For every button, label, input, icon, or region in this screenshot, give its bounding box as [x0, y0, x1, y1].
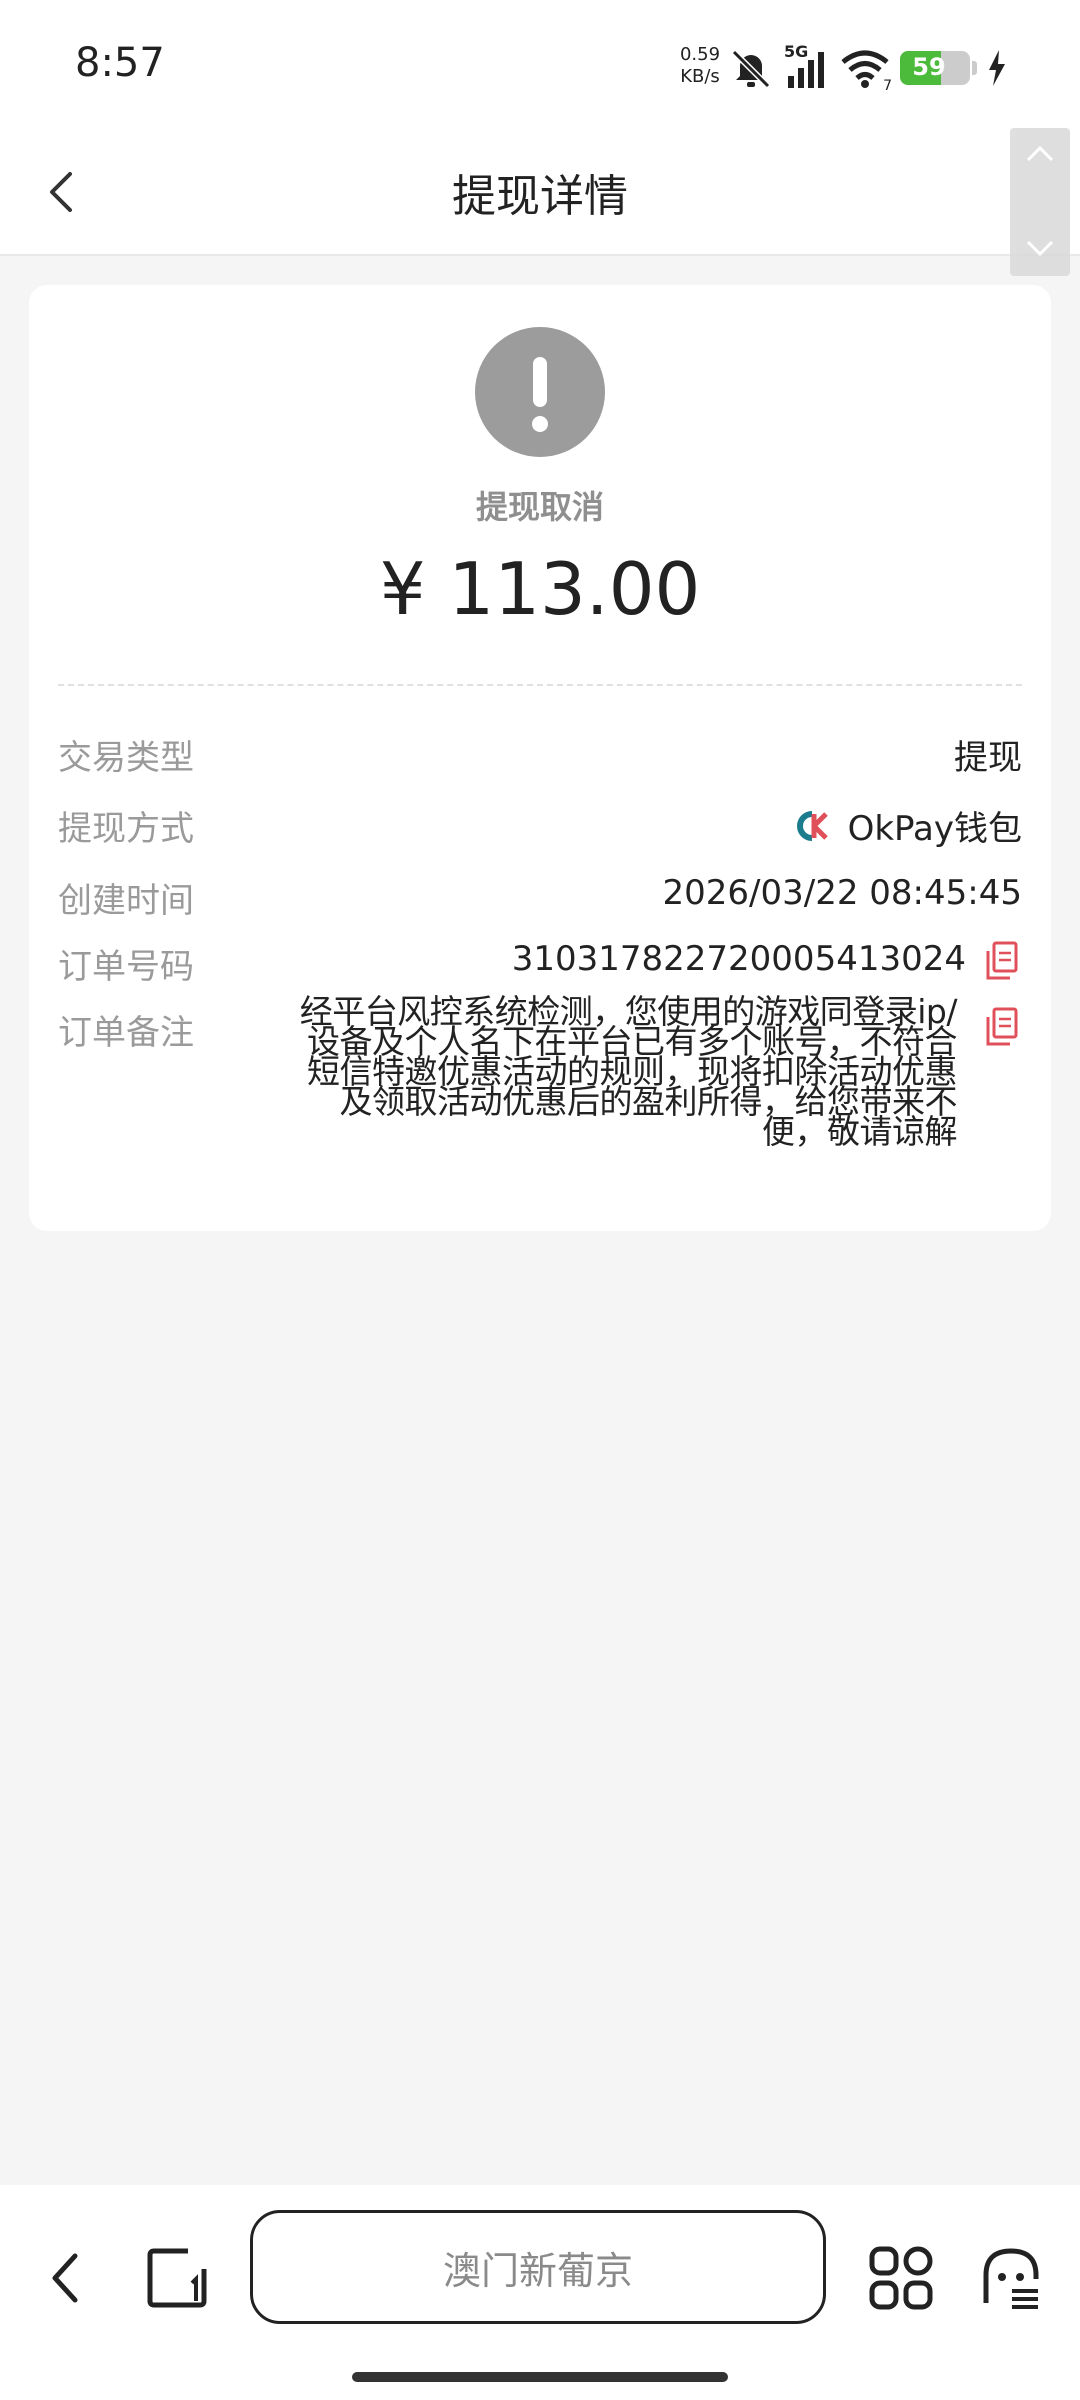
mute-icon: [731, 49, 771, 89]
battery-icon: 59: [900, 51, 970, 85]
tabs-icon: [147, 2248, 207, 2308]
wifi-icon: 7: [840, 46, 892, 94]
copy-order-remark-icon[interactable]: [984, 1007, 1020, 1047]
withdraw-detail-card: 提现取消 ¥ 113.00 交易类型 提现 提现方式 OkPay钱包 创建时间 …: [29, 285, 1051, 1231]
apps-button[interactable]: [856, 2233, 946, 2323]
home-indicator[interactable]: [352, 2372, 728, 2382]
withdraw-amount: ¥ 113.00: [379, 547, 701, 631]
url-bar[interactable]: 澳门新葡京: [250, 2210, 826, 2324]
charging-icon: [989, 50, 1005, 86]
assistant-button[interactable]: [966, 2233, 1056, 2323]
page-title: 提现详情: [452, 171, 628, 222]
battery-cap: [972, 61, 977, 75]
back-icon: [52, 2253, 78, 2303]
apps-grid-icon: [869, 2246, 933, 2310]
assistant-icon: [983, 2248, 1039, 2309]
status-text: 提现取消: [475, 488, 604, 526]
order-remark-value: 经平台风控系统检测，您使用的游戏同登录ip/设备及个人名下在平台已有多个账号，不…: [299, 992, 958, 1151]
okpay-label: OkPay钱包: [847, 809, 1022, 849]
row-order-number: 订单号码 310317822720005413024: [58, 931, 1022, 991]
dashed-divider: [58, 684, 1022, 686]
battery-level: 59: [912, 53, 946, 81]
status-bar: 8:57 0.59 KB/s 5G 7 59: [0, 0, 1080, 130]
network-speed: 0.59 KB/s: [672, 44, 728, 88]
transaction-type-value: 提现: [954, 738, 1022, 778]
row-withdraw-method: 提现方式 OkPay钱包: [58, 793, 1022, 853]
order-number-label: 订单号码: [58, 947, 194, 987]
created-time-value: 2026/03/22 08:45:45: [662, 873, 1022, 913]
wifi-label: 7: [883, 78, 892, 94]
page-header: 提现详情: [0, 130, 1080, 256]
browser-bottom-bar: 澳门新葡京: [0, 2185, 1080, 2400]
okpay-logo-icon: [796, 810, 828, 841]
row-created-time: 创建时间 2026/03/22 08:45:45: [58, 865, 1022, 925]
row-transaction-type: 交易类型 提现: [58, 722, 1022, 782]
status-time: 8:57: [75, 40, 165, 86]
network-speed-value: 0.59: [679, 44, 721, 65]
copy-order-number-icon[interactable]: [984, 941, 1020, 981]
browser-back-button[interactable]: [20, 2233, 110, 2323]
order-remark-label: 订单备注: [58, 1013, 194, 1053]
transaction-type-label: 交易类型: [58, 738, 194, 778]
withdraw-method-value: OkPay钱包: [792, 801, 1022, 850]
order-number-value: 310317822720005413024: [511, 939, 966, 979]
tabs-button[interactable]: [132, 2233, 222, 2323]
scroll-down-icon[interactable]: [1025, 238, 1055, 258]
status-icon-circle: [475, 327, 605, 457]
network-speed-unit: KB/s: [680, 66, 720, 87]
scroll-widget[interactable]: [1010, 128, 1070, 276]
cellular-signal-icon: 5G: [784, 42, 830, 90]
scroll-up-icon[interactable]: [1025, 144, 1055, 164]
withdraw-method-label: 提现方式: [58, 809, 194, 849]
created-time-label: 创建时间: [58, 881, 194, 921]
exclamation-icon: [532, 357, 548, 432]
status-icons: 5G 7 59: [728, 42, 1007, 94]
